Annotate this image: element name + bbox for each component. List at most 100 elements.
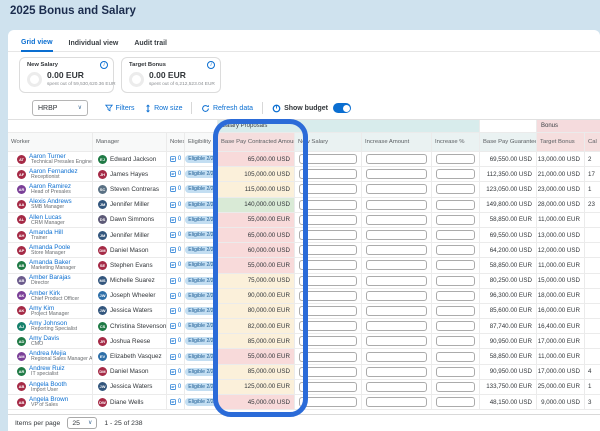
increase-percent-input[interactable] (436, 397, 475, 407)
increase-percent-input[interactable] (436, 336, 475, 346)
increase-amount-input[interactable] (366, 245, 427, 255)
increase-percent-input[interactable] (436, 230, 475, 240)
new-salary-input[interactable] (299, 336, 357, 346)
column-header-manager[interactable]: Manager (93, 133, 167, 152)
notes-button[interactable]: 0 (167, 289, 185, 304)
column-header-eligibility[interactable]: Eligibility (185, 133, 218, 152)
increase-percent-input[interactable] (436, 321, 475, 331)
tab-grid-view[interactable]: Grid view (21, 39, 53, 52)
eligibility-badge[interactable]: Eligible 2/2 (185, 261, 216, 269)
row-size-button[interactable]: Row size (144, 104, 183, 113)
increase-amount-input[interactable] (366, 382, 427, 392)
increase-amount-input[interactable] (366, 169, 427, 179)
increase-percent-input[interactable] (436, 169, 475, 179)
notes-button[interactable]: 0 (167, 243, 185, 258)
new-salary-input[interactable] (299, 367, 357, 377)
increase-percent-input[interactable] (436, 306, 475, 316)
column-header-notes[interactable]: Notes (167, 133, 185, 152)
eligibility-badge[interactable]: Eligible 2/2 (185, 383, 216, 391)
notes-button[interactable]: 0 (167, 258, 185, 273)
notes-button[interactable]: 0 (167, 152, 185, 167)
increase-amount-input[interactable] (366, 260, 427, 270)
notes-button[interactable]: 0 (167, 213, 185, 228)
column-header-new-salary[interactable]: New Salary (295, 133, 362, 152)
eligibility-badge[interactable]: Eligible 2/2 (185, 185, 216, 193)
tab-individual-view[interactable]: Individual view (69, 40, 119, 51)
increase-percent-input[interactable] (436, 184, 475, 194)
eligibility-badge[interactable]: Eligible 2/2 (185, 368, 216, 376)
eligibility-badge[interactable]: Eligible 2/2 (185, 216, 216, 224)
increase-percent-input[interactable] (436, 154, 475, 164)
notes-button[interactable]: 0 (167, 228, 185, 243)
column-header-target-bonus[interactable]: Target Bonus (537, 133, 585, 152)
increase-percent-input[interactable] (436, 215, 475, 225)
new-salary-input[interactable] (299, 291, 357, 301)
page-size-dropdown[interactable]: 25 ∨ (67, 417, 97, 429)
column-header-increase-amount[interactable]: Increase Amount (362, 133, 432, 152)
notes-button[interactable]: 0 (167, 274, 185, 289)
new-salary-input[interactable] (299, 306, 357, 316)
increase-percent-input[interactable] (436, 200, 475, 210)
notes-button[interactable]: 0 (167, 304, 185, 319)
column-header-worker[interactable]: Worker (8, 133, 93, 152)
new-salary-input[interactable] (299, 352, 357, 362)
increase-amount-input[interactable] (366, 291, 427, 301)
new-salary-input[interactable] (299, 276, 357, 286)
eligibility-badge[interactable]: Eligible 2/2 (185, 322, 216, 330)
increase-percent-input[interactable] (436, 291, 475, 301)
increase-amount-input[interactable] (366, 336, 427, 346)
new-salary-input[interactable] (299, 169, 357, 179)
increase-amount-input[interactable] (366, 306, 427, 316)
notes-button[interactable]: 0 (167, 380, 185, 395)
column-header-increase-percent[interactable]: Increase % (432, 133, 480, 152)
new-salary-input[interactable] (299, 397, 357, 407)
increase-amount-input[interactable] (366, 215, 427, 225)
eligibility-badge[interactable]: Eligible 2/2 (185, 307, 216, 315)
eligibility-badge[interactable]: Eligible 2/2 (185, 398, 216, 406)
new-salary-input[interactable] (299, 184, 357, 194)
new-salary-input[interactable] (299, 260, 357, 270)
notes-button[interactable]: 0 (167, 365, 185, 380)
eligibility-badge[interactable]: Eligible 2/2 (185, 246, 216, 254)
increase-amount-input[interactable] (366, 184, 427, 194)
view-selector-dropdown[interactable]: HRBP ∨ (32, 100, 88, 116)
eligibility-badge[interactable]: Eligible 2/2 (185, 170, 216, 178)
tab-audit-trail[interactable]: Audit trail (134, 40, 167, 51)
show-budget-toggle[interactable] (333, 103, 351, 113)
column-header-calculated[interactable]: Cal (585, 133, 600, 152)
notes-button[interactable]: 0 (167, 167, 185, 182)
filters-button[interactable]: Filters (105, 104, 135, 112)
new-salary-input[interactable] (299, 382, 357, 392)
notes-button[interactable]: 0 (167, 198, 185, 213)
increase-percent-input[interactable] (436, 276, 475, 286)
increase-amount-input[interactable] (366, 367, 427, 377)
new-salary-input[interactable] (299, 230, 357, 240)
new-salary-input[interactable] (299, 321, 357, 331)
increase-amount-input[interactable] (366, 200, 427, 210)
eligibility-badge[interactable]: Eligible 2/2 (185, 277, 216, 285)
increase-amount-input[interactable] (366, 154, 427, 164)
increase-percent-input[interactable] (436, 245, 475, 255)
eligibility-badge[interactable]: Eligible 2/2 (185, 231, 216, 239)
notes-button[interactable]: 0 (167, 395, 185, 410)
eligibility-badge[interactable]: Eligible 2/2 (185, 155, 216, 163)
new-salary-input[interactable] (299, 154, 357, 164)
increase-percent-input[interactable] (436, 367, 475, 377)
notes-button[interactable]: 0 (167, 334, 185, 349)
refresh-data-button[interactable]: Refresh data (201, 104, 253, 113)
increase-percent-input[interactable] (436, 352, 475, 362)
info-icon[interactable]: i (100, 61, 108, 69)
eligibility-badge[interactable]: Eligible 2/2 (185, 201, 216, 209)
new-salary-input[interactable] (299, 200, 357, 210)
new-salary-input[interactable] (299, 215, 357, 225)
eligibility-badge[interactable]: Eligible 2/2 (185, 292, 216, 300)
new-salary-input[interactable] (299, 245, 357, 255)
info-icon[interactable]: i (207, 61, 215, 69)
increase-amount-input[interactable] (366, 276, 427, 286)
notes-button[interactable]: 0 (167, 319, 185, 334)
increase-amount-input[interactable] (366, 321, 427, 331)
increase-amount-input[interactable] (366, 352, 427, 362)
increase-percent-input[interactable] (436, 260, 475, 270)
increase-amount-input[interactable] (366, 230, 427, 240)
notes-button[interactable]: 0 (167, 349, 185, 364)
